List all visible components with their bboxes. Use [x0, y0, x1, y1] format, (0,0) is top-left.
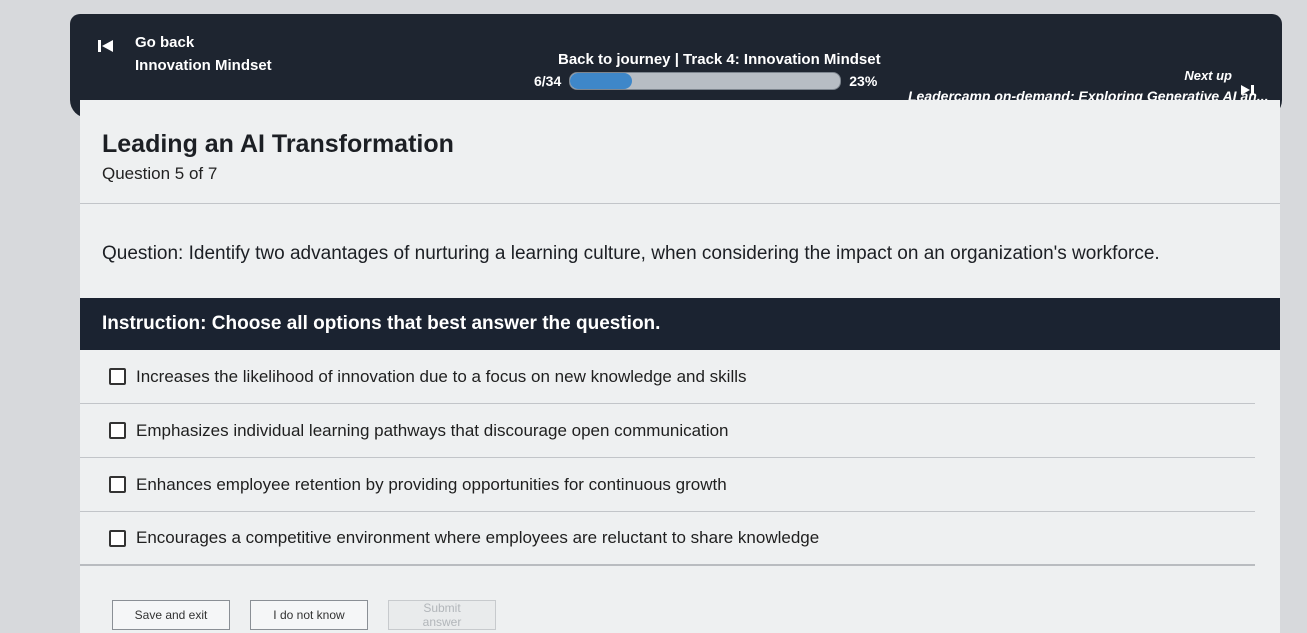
- instruction-text: Instruction: Choose all options that bes…: [102, 313, 661, 334]
- option-label: Increases the likelihood of innovation d…: [136, 366, 747, 386]
- skip-forward-icon[interactable]: [1236, 78, 1260, 102]
- instruction-banner: Instruction: Choose all options that bes…: [80, 298, 1280, 350]
- question-counter: Question 5 of 7: [102, 164, 218, 183]
- save-and-exit-button[interactable]: Save and exit: [112, 600, 230, 630]
- option-label: Emphasizes individual learning pathways …: [136, 420, 729, 440]
- option-checkbox[interactable]: [109, 368, 126, 385]
- skip-back-icon[interactable]: [92, 34, 120, 58]
- question-card: Leading an AI Transformation Question 5 …: [80, 100, 1280, 633]
- progress-count: 6/34: [534, 73, 562, 89]
- answer-option[interactable]: Increases the likelihood of innovation d…: [80, 350, 1255, 404]
- answer-option[interactable]: Emphasizes individual learning pathways …: [80, 404, 1255, 458]
- option-checkbox[interactable]: [109, 476, 126, 493]
- divider: [80, 203, 1280, 204]
- go-back-link[interactable]: Go back Innovation Mindset: [135, 34, 272, 74]
- answer-option[interactable]: Enhances employee retention by providing…: [80, 458, 1255, 512]
- option-checkbox[interactable]: [109, 529, 126, 547]
- i-do-not-know-button[interactable]: I do not know: [250, 600, 368, 630]
- progress-bar: [569, 72, 842, 90]
- progress-row: 6/34 23%: [534, 72, 877, 90]
- progress-bar-fill: [570, 73, 633, 89]
- option-label: Encourages a competitive environment whe…: [136, 528, 820, 547]
- next-up-label: Next up: [1184, 68, 1232, 83]
- go-back-label: Go back: [135, 34, 195, 51]
- submit-answer-button[interactable]: Submit answer: [388, 600, 496, 630]
- option-checkbox[interactable]: [109, 422, 126, 439]
- course-name: Innovation Mindset: [135, 57, 272, 74]
- page-title: Leading an AI Transformation: [102, 130, 454, 158]
- back-to-journey-link[interactable]: Back to journey | Track 4: Innovation Mi…: [558, 51, 881, 68]
- question-text: Question: Identify two advantages of nur…: [102, 243, 1160, 264]
- option-label: Enhances employee retention by providing…: [136, 474, 727, 494]
- answer-option[interactable]: Encourages a competitive environment whe…: [80, 512, 1255, 566]
- action-buttons: Save and exit I do not know Submit answe…: [112, 600, 496, 630]
- progress-percent: 23%: [849, 73, 878, 89]
